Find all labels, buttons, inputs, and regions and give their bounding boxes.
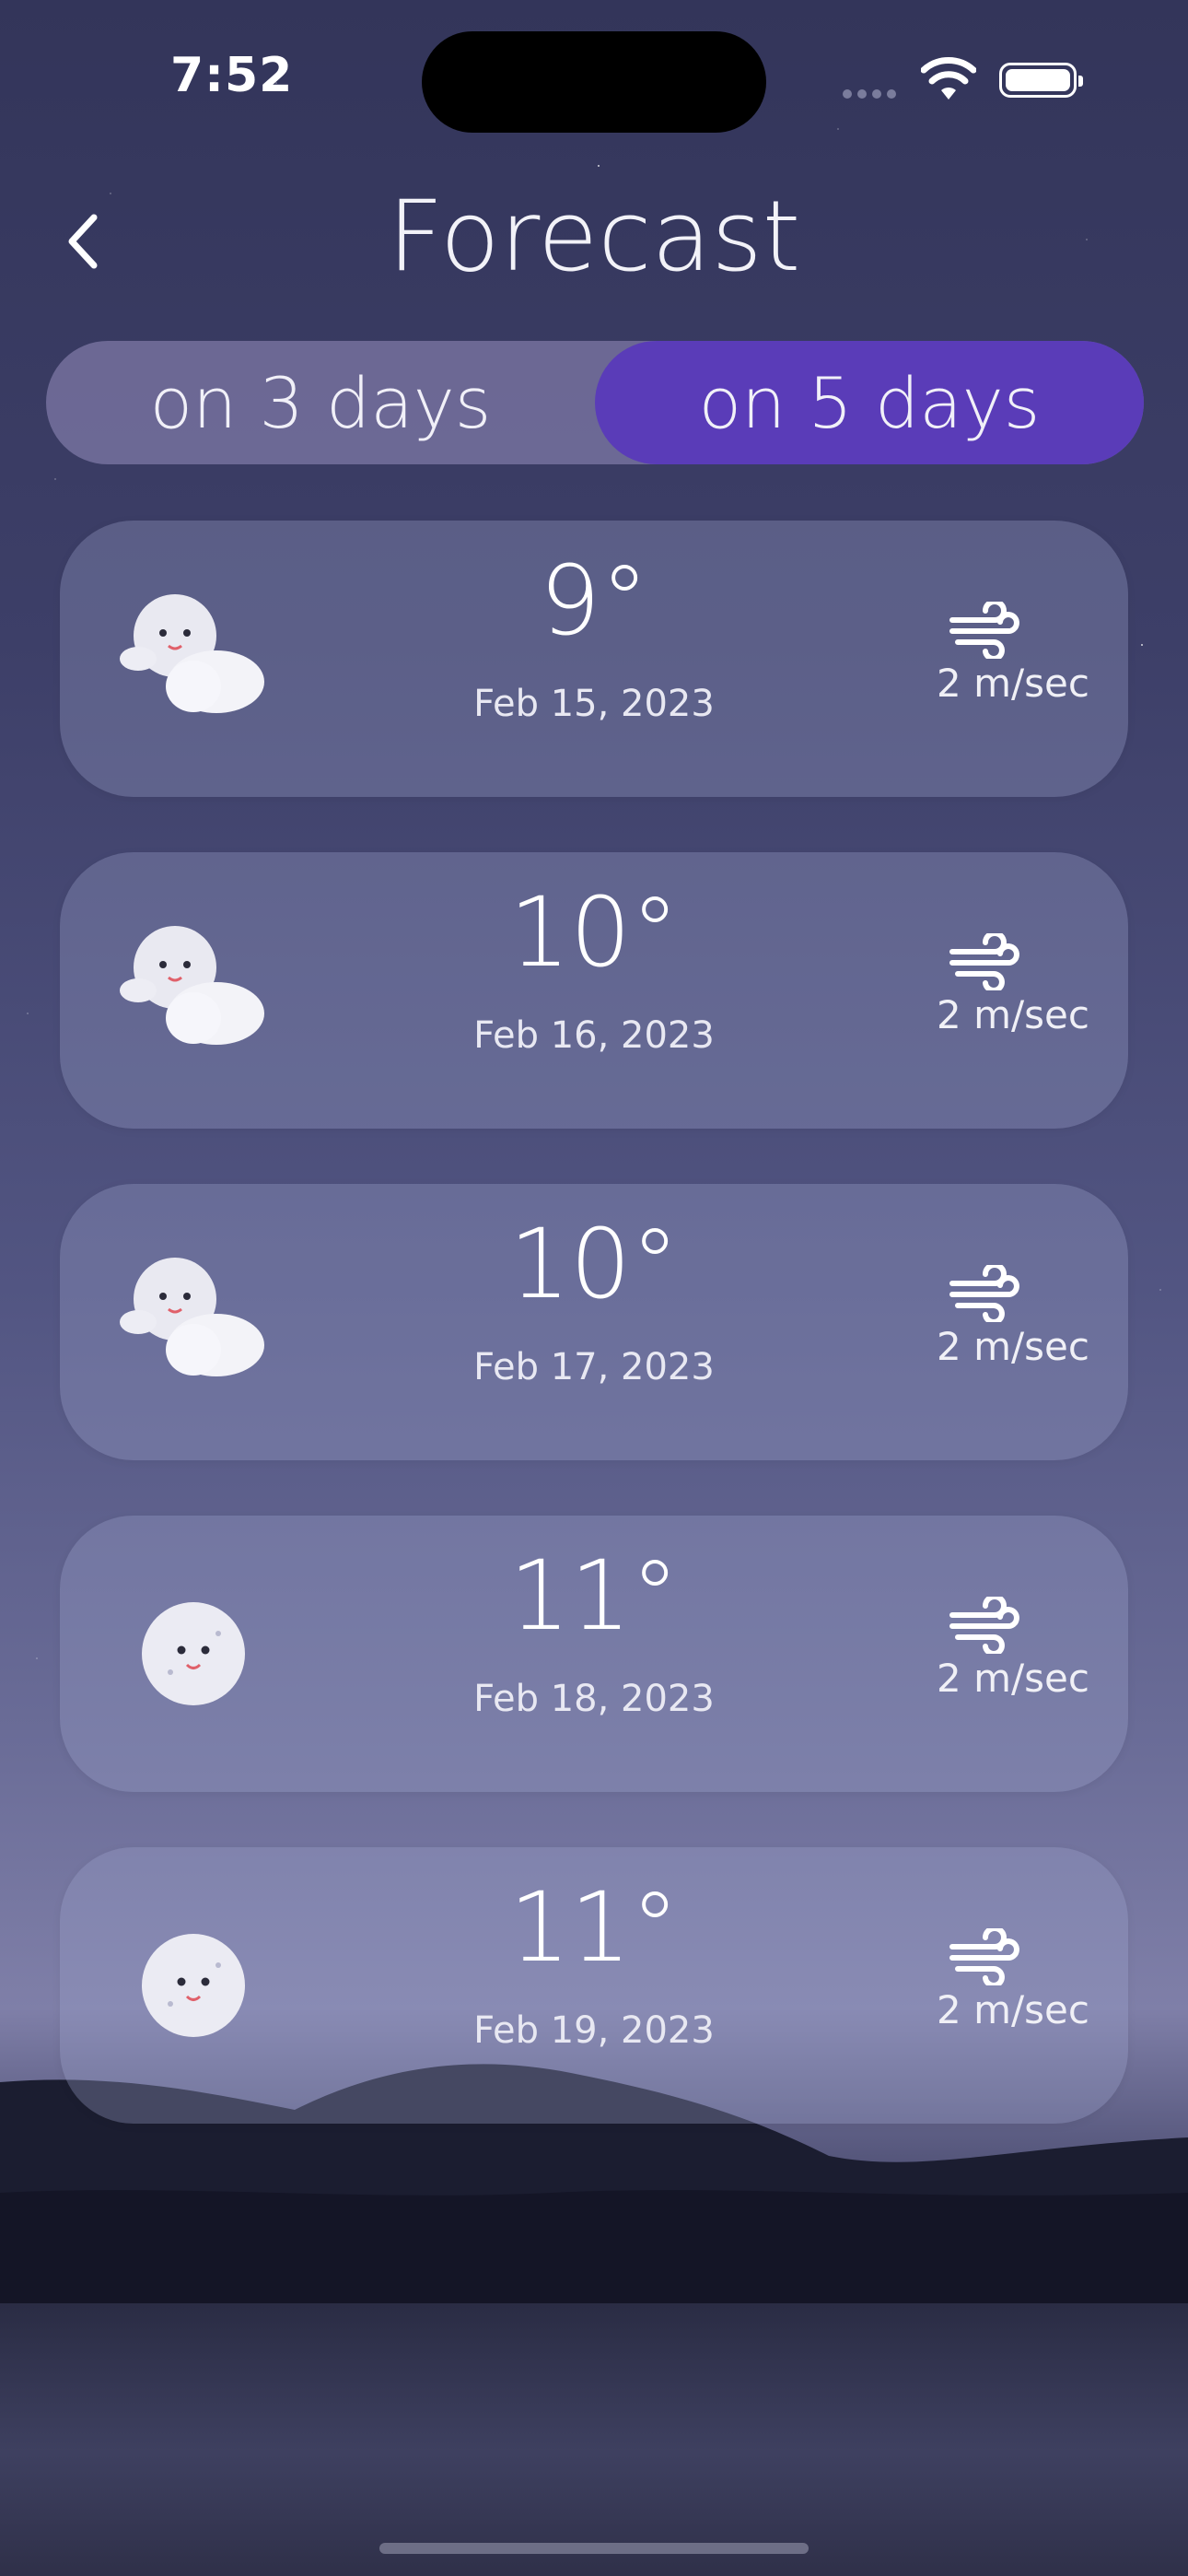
battery-icon [999,63,1083,98]
dynamic-island [422,31,766,133]
wifi-icon [921,57,976,100]
wind-icon [949,602,1019,659]
tab-3-days[interactable]: on 3 days [46,341,595,464]
forecast-card[interactable]: 9° Feb 15, 2023 2 m/sec [60,521,1128,797]
wind-icon [949,1928,1019,1985]
forecast-range-switch: on 3 days on 5 days [46,341,1144,464]
wind-speed: 2 m/sec [937,992,1089,1037]
wind-speed: 2 m/sec [937,661,1089,706]
forecast-card[interactable]: 10° Feb 17, 2023 2 m/sec [60,1184,1128,1460]
wind-speed: 2 m/sec [937,1324,1089,1369]
wind-icon [949,1265,1019,1322]
forecast-card[interactable]: 10° Feb 16, 2023 2 m/sec [60,852,1128,1129]
status-time: 7:52 [170,48,294,103]
wind-speed: 2 m/sec [937,1987,1089,2032]
wind-icon [949,933,1019,990]
wind-speed: 2 m/sec [937,1656,1089,1701]
forecast-card[interactable]: 11° Feb 19, 2023 2 m/sec [60,1847,1128,2124]
status-bar: 7:52 [0,0,1188,157]
tab-5-days[interactable]: on 5 days [595,341,1144,464]
page-title: Forecast [387,180,801,293]
forecast-card[interactable]: 11° Feb 18, 2023 2 m/sec [60,1516,1128,1792]
wind-icon [949,1597,1019,1654]
lake-reflection [0,2303,1188,2576]
home-indicator[interactable] [379,2543,809,2554]
cellular-signal-icon [843,85,907,100]
